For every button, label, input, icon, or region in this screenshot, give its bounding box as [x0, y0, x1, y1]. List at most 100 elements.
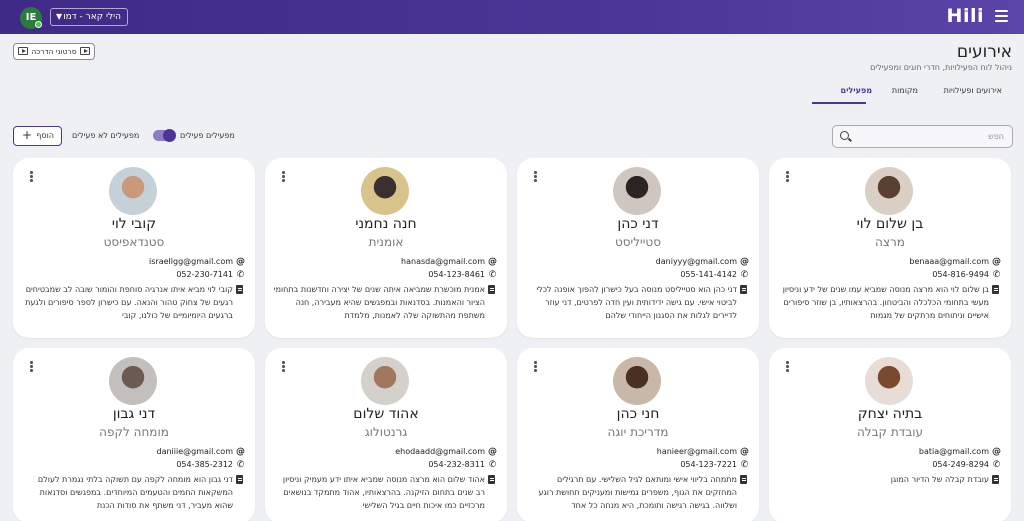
hamburger-menu-icon[interactable] — [995, 10, 1008, 23]
operator-card[interactable]: בן שלום לוי מרצה @benaaa@gmail.com ✆054-816… — [769, 158, 1011, 338]
operator-bio: דני גבון הוא מומחה לקפה עם תשוקה בלתי נג… — [37, 475, 233, 510]
operator-card[interactable]: חנה נחמני אומנית @hanasda@gmail.com ✆054-12… — [265, 158, 507, 338]
operator-phone-row: ✆054-385-2312 — [176, 460, 245, 470]
more-options-icon[interactable] — [786, 171, 789, 183]
more-options-icon[interactable] — [30, 361, 33, 373]
operator-phone: 054-385-2312 — [176, 460, 233, 469]
more-options-icon[interactable] — [30, 171, 33, 183]
search-input[interactable]: חפש — [832, 125, 1013, 148]
operator-email-row: @benaaa@gmail.com — [909, 257, 1001, 267]
operator-role: אומנית — [368, 235, 404, 249]
document-icon — [740, 285, 747, 294]
video-icon — [18, 47, 28, 55]
operator-phone-row: ✆055-141-4142 — [680, 270, 749, 280]
at-icon: @ — [488, 447, 497, 457]
operator-email-row: @daniiie@gmail.com — [157, 447, 246, 457]
operator-email-row: @ehodaadd@gmail.com — [395, 447, 497, 457]
more-options-icon[interactable] — [786, 361, 789, 373]
operator-email-row: @daniyyy@gmail.com — [656, 257, 749, 267]
phone-icon: ✆ — [236, 460, 245, 470]
at-icon: @ — [488, 257, 497, 267]
more-options-icon[interactable] — [534, 361, 537, 373]
operator-phone: 054-123-7221 — [680, 460, 737, 469]
org-selector[interactable]: ▼ הילי קאר - דמו — [50, 8, 128, 26]
app-logo[interactable]: Hili — [947, 5, 984, 27]
more-options-icon[interactable] — [534, 171, 537, 183]
operator-name: דני כהן — [617, 216, 659, 232]
at-icon: @ — [740, 257, 749, 267]
inactive-operators-label: מפעילים לא פעילים — [72, 131, 140, 140]
operator-phone-row: ✆054-232-8311 — [428, 460, 497, 470]
operator-bio: עובדת קבלה של הדיור המוגן — [890, 475, 989, 484]
operator-name: בתיה יצחק — [857, 406, 923, 422]
operator-card[interactable]: אהוד שלום גרנטולוג @ehodaadd@gmail.com ✆054… — [265, 348, 507, 521]
video-icon — [80, 47, 90, 55]
operator-photo — [613, 167, 661, 215]
tab-bar: אירועים ופעילויות מקומות מפעילים — [794, 82, 1014, 104]
chevron-down-icon: ▼ — [56, 12, 63, 21]
phone-icon: ✆ — [740, 270, 749, 280]
online-status-icon — [35, 21, 42, 28]
operator-card[interactable]: בתיה יצחק עובדת קבלה @batia@gmail.com ✆054-… — [769, 348, 1011, 521]
operator-card[interactable]: דני כהן סטייליסט @daniyyy@gmail.com ✆055-14… — [517, 158, 759, 338]
operator-phone: 054-123-8461 — [428, 270, 485, 279]
operator-bio: אמנית מוכשרת שמביאה איתה שנים של יצירה ו… — [273, 285, 485, 320]
operator-email: hanasda@gmail.com — [401, 257, 485, 266]
operator-email: daniiie@gmail.com — [156, 447, 234, 456]
add-label: הוסף — [36, 131, 54, 140]
operator-phone: 054-232-8311 — [428, 460, 485, 469]
tab-places[interactable]: מקומות — [892, 86, 918, 95]
active-tab-indicator — [812, 102, 866, 104]
operator-phone: 052-230-7141 — [176, 270, 233, 279]
add-operator-button[interactable]: + הוסף — [13, 126, 62, 146]
operator-email: ehodaadd@gmail.com — [395, 447, 485, 456]
operator-bio: בן שלום לוי הוא מרצה מנוסה שמביא עמו שני… — [782, 285, 989, 320]
operator-phone: 054-816-9494 — [932, 270, 989, 279]
operator-photo — [361, 167, 409, 215]
operator-card[interactable]: קובי לוי סטנדאפיסט @israellgg@gmail.com ✆05… — [13, 158, 255, 338]
operator-role: מומחה לקפה — [99, 425, 169, 439]
operator-role: סטנדאפיסט — [103, 235, 165, 249]
operator-role: עובדת קבלה — [856, 425, 924, 439]
phone-icon: ✆ — [488, 270, 497, 280]
operator-name: בן שלום לוי — [856, 216, 924, 232]
operator-photo — [865, 167, 913, 215]
operator-name: אהוד שלום — [353, 406, 419, 422]
operator-email-row: @israellgg@gmail.com — [149, 257, 245, 267]
search-icon — [840, 131, 849, 140]
tutorial-videos-button[interactable]: סרטוני הדרכה — [13, 43, 95, 60]
operator-photo — [361, 357, 409, 405]
tab-events[interactable]: אירועים ופעילויות — [944, 86, 1002, 95]
operator-card[interactable]: דני גבון מומחה לקפה @daniiie@gmail.com ✆054… — [13, 348, 255, 521]
document-icon — [488, 285, 495, 294]
operator-email: daniyyy@gmail.com — [655, 257, 737, 266]
active-toggle[interactable] — [153, 129, 176, 142]
document-icon — [992, 285, 999, 294]
more-options-icon[interactable] — [282, 361, 285, 373]
operator-phone: 055-141-4142 — [680, 270, 737, 279]
operator-role: מדריכת יוגה — [607, 425, 669, 439]
operator-name: קובי לוי — [111, 216, 157, 232]
operator-email-row: @hanieer@gmail.com — [657, 447, 749, 457]
operator-name: חני כהן — [616, 406, 660, 422]
operator-phone-row: ✆054-249-8294 — [932, 460, 1001, 470]
operator-card[interactable]: חני כהן מדריכת יוגה @hanieer@gmail.com ✆054… — [517, 348, 759, 521]
document-icon — [236, 475, 243, 484]
tab-operators[interactable]: מפעילים — [841, 86, 873, 95]
operator-photo — [613, 357, 661, 405]
document-icon — [236, 285, 243, 294]
operator-name: דני גבון — [112, 406, 156, 422]
operator-email: hanieer@gmail.com — [656, 447, 737, 456]
phone-icon: ✆ — [488, 460, 497, 470]
operator-email: batia@gmail.com — [918, 447, 989, 456]
at-icon: @ — [236, 257, 245, 267]
active-operators-label: מפעילים פעילים — [180, 131, 235, 140]
org-selector-label: הילי קאר - דמו — [63, 12, 121, 22]
more-options-icon[interactable] — [282, 171, 285, 183]
phone-icon: ✆ — [992, 270, 1001, 280]
plus-icon: + — [22, 128, 33, 142]
operator-email-row: @batia@gmail.com — [919, 447, 1001, 457]
operator-email: israellgg@gmail.com — [149, 257, 233, 266]
search-placeholder: חפש — [988, 132, 1004, 141]
operator-email: benaaa@gmail.com — [909, 257, 989, 266]
